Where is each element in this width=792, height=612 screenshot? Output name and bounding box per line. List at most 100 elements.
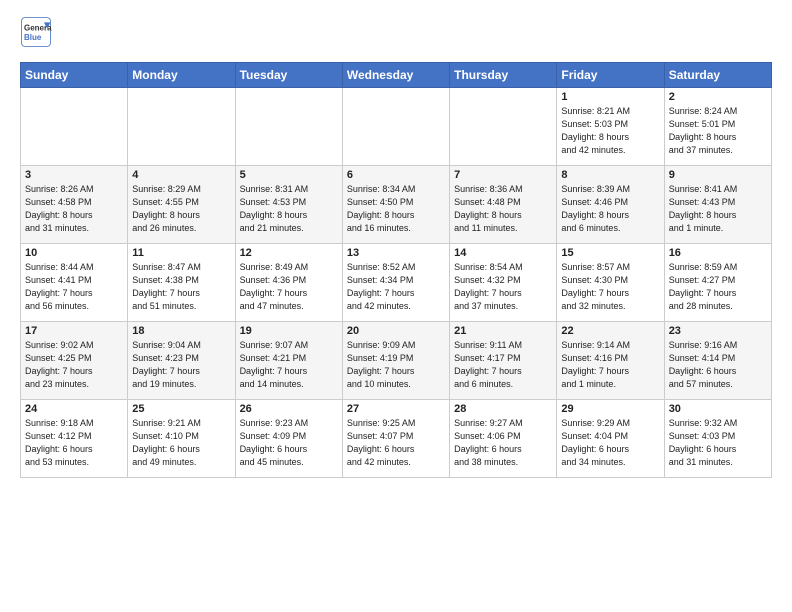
day-number: 13	[347, 247, 445, 259]
day-number: 10	[25, 247, 123, 259]
calendar-cell: 30 Sunrise: 9:32 AM Sunset: 4:03 PM Dayli…	[664, 400, 771, 478]
calendar-header-monday: Monday	[128, 63, 235, 88]
svg-text:Blue: Blue	[24, 33, 42, 42]
day-number: 17	[25, 325, 123, 337]
day-info: Sunrise: 8:34 AM Sunset: 4:50 PM Dayligh…	[347, 183, 445, 235]
calendar-cell: 2 Sunrise: 8:24 AM Sunset: 5:01 PM Daylig…	[664, 88, 771, 166]
calendar-week-0: 1Sunrise: 8:21 AM Sunset: 5:03 PM Daylig…	[21, 88, 772, 166]
calendar-cell: 8 Sunrise: 8:39 AM Sunset: 4:46 PM Daylig…	[557, 166, 664, 244]
day-number: 28	[454, 403, 552, 415]
calendar-header-tuesday: Tuesday	[235, 63, 342, 88]
day-number: 5	[240, 169, 338, 181]
day-info: Sunrise: 8:49 AM Sunset: 4:36 PM Dayligh…	[240, 261, 338, 313]
day-info: Sunrise: 8:59 AM Sunset: 4:27 PM Dayligh…	[669, 261, 767, 313]
day-info: Sunrise: 9:18 AM Sunset: 4:12 PM Dayligh…	[25, 417, 123, 469]
calendar-week-3: 17Sunrise: 9:02 AM Sunset: 4:25 PM Dayli…	[21, 322, 772, 400]
calendar-header-sunday: Sunday	[21, 63, 128, 88]
calendar-cell: 23 Sunrise: 9:16 AM Sunset: 4:14 PM Dayli…	[664, 322, 771, 400]
logo-icon: General Blue	[20, 16, 52, 48]
calendar-header-friday: Friday	[557, 63, 664, 88]
day-number: 8	[561, 169, 659, 181]
day-number: 23	[669, 325, 767, 337]
day-info: Sunrise: 9:32 AM Sunset: 4:03 PM Dayligh…	[669, 417, 767, 469]
calendar-cell	[235, 88, 342, 166]
calendar-week-4: 24 Sunrise: 9:18 AM Sunset: 4:12 PM Dayli…	[21, 400, 772, 478]
day-number: 16	[669, 247, 767, 259]
day-info: Sunrise: 8:44 AM Sunset: 4:41 PM Dayligh…	[25, 261, 123, 313]
calendar-cell: 9 Sunrise: 8:41 AM Sunset: 4:43 PM Daylig…	[664, 166, 771, 244]
day-number: 20	[347, 325, 445, 337]
day-number: 4	[132, 169, 230, 181]
day-number: 7	[454, 169, 552, 181]
day-info: Sunrise: 8:52 AM Sunset: 4:34 PM Dayligh…	[347, 261, 445, 313]
logo: General Blue	[20, 16, 56, 48]
calendar-cell: 14 Sunrise: 8:54 AM Sunset: 4:32 PM Dayli…	[450, 244, 557, 322]
day-info: Sunrise: 9:11 AM Sunset: 4:17 PM Dayligh…	[454, 339, 552, 391]
calendar-cell: 7 Sunrise: 8:36 AM Sunset: 4:48 PM Daylig…	[450, 166, 557, 244]
day-number: 9	[669, 169, 767, 181]
calendar-cell: 19Sunrise: 9:07 AM Sunset: 4:21 PM Dayli…	[235, 322, 342, 400]
calendar-cell: 22 Sunrise: 9:14 AM Sunset: 4:16 PM Dayli…	[557, 322, 664, 400]
day-number: 18	[132, 325, 230, 337]
day-info: Sunrise: 8:39 AM Sunset: 4:46 PM Dayligh…	[561, 183, 659, 235]
day-number: 27	[347, 403, 445, 415]
day-info: Sunrise: 8:54 AM Sunset: 4:32 PM Dayligh…	[454, 261, 552, 313]
calendar-cell: 16 Sunrise: 8:59 AM Sunset: 4:27 PM Dayli…	[664, 244, 771, 322]
day-number: 26	[240, 403, 338, 415]
calendar-cell: 12Sunrise: 8:49 AM Sunset: 4:36 PM Dayli…	[235, 244, 342, 322]
day-info: Sunrise: 9:16 AM Sunset: 4:14 PM Dayligh…	[669, 339, 767, 391]
day-number: 1	[561, 91, 659, 103]
calendar-cell: 15 Sunrise: 8:57 AM Sunset: 4:30 PM Dayli…	[557, 244, 664, 322]
page: General Blue SundayMondayTuesdayWednesda…	[0, 0, 792, 488]
calendar-cell: 28 Sunrise: 9:27 AM Sunset: 4:06 PM Dayli…	[450, 400, 557, 478]
day-number: 21	[454, 325, 552, 337]
day-info: Sunrise: 8:26 AM Sunset: 4:58 PM Dayligh…	[25, 183, 123, 235]
day-number: 24	[25, 403, 123, 415]
calendar-header-wednesday: Wednesday	[342, 63, 449, 88]
day-number: 2	[669, 91, 767, 103]
calendar-cell: 10 Sunrise: 8:44 AM Sunset: 4:41 PM Dayli…	[21, 244, 128, 322]
calendar-cell: 29Sunrise: 9:29 AM Sunset: 4:04 PM Dayli…	[557, 400, 664, 478]
day-info: Sunrise: 9:21 AM Sunset: 4:10 PM Dayligh…	[132, 417, 230, 469]
day-number: 30	[669, 403, 767, 415]
calendar-cell	[21, 88, 128, 166]
calendar: SundayMondayTuesdayWednesdayThursdayFrid…	[20, 62, 772, 478]
calendar-week-2: 10 Sunrise: 8:44 AM Sunset: 4:41 PM Dayli…	[21, 244, 772, 322]
day-info: Sunrise: 8:41 AM Sunset: 4:43 PM Dayligh…	[669, 183, 767, 235]
day-info: Sunrise: 9:23 AM Sunset: 4:09 PM Dayligh…	[240, 417, 338, 469]
calendar-header-thursday: Thursday	[450, 63, 557, 88]
calendar-cell: 13 Sunrise: 8:52 AM Sunset: 4:34 PM Dayli…	[342, 244, 449, 322]
calendar-cell: 21 Sunrise: 9:11 AM Sunset: 4:17 PM Dayli…	[450, 322, 557, 400]
day-info: Sunrise: 8:31 AM Sunset: 4:53 PM Dayligh…	[240, 183, 338, 235]
day-info: Sunrise: 9:04 AM Sunset: 4:23 PM Dayligh…	[132, 339, 230, 391]
calendar-cell: 18 Sunrise: 9:04 AM Sunset: 4:23 PM Dayli…	[128, 322, 235, 400]
calendar-cell	[128, 88, 235, 166]
day-number: 19	[240, 325, 338, 337]
day-number: 15	[561, 247, 659, 259]
calendar-cell: 17Sunrise: 9:02 AM Sunset: 4:25 PM Dayli…	[21, 322, 128, 400]
day-number: 25	[132, 403, 230, 415]
day-number: 14	[454, 247, 552, 259]
calendar-cell: 20Sunrise: 9:09 AM Sunset: 4:19 PM Dayli…	[342, 322, 449, 400]
day-info: Sunrise: 8:57 AM Sunset: 4:30 PM Dayligh…	[561, 261, 659, 313]
calendar-cell: 6Sunrise: 8:34 AM Sunset: 4:50 PM Daylig…	[342, 166, 449, 244]
calendar-cell: 1Sunrise: 8:21 AM Sunset: 5:03 PM Daylig…	[557, 88, 664, 166]
calendar-cell: 25 Sunrise: 9:21 AM Sunset: 4:10 PM Dayli…	[128, 400, 235, 478]
day-number: 11	[132, 247, 230, 259]
day-info: Sunrise: 8:24 AM Sunset: 5:01 PM Dayligh…	[669, 105, 767, 157]
calendar-cell: 26 Sunrise: 9:23 AM Sunset: 4:09 PM Dayli…	[235, 400, 342, 478]
day-info: Sunrise: 8:36 AM Sunset: 4:48 PM Dayligh…	[454, 183, 552, 235]
calendar-header-row: SundayMondayTuesdayWednesdayThursdayFrid…	[21, 63, 772, 88]
day-info: Sunrise: 9:14 AM Sunset: 4:16 PM Dayligh…	[561, 339, 659, 391]
calendar-cell: 4Sunrise: 8:29 AM Sunset: 4:55 PM Daylig…	[128, 166, 235, 244]
day-info: Sunrise: 9:25 AM Sunset: 4:07 PM Dayligh…	[347, 417, 445, 469]
calendar-header-saturday: Saturday	[664, 63, 771, 88]
calendar-cell: 11 Sunrise: 8:47 AM Sunset: 4:38 PM Dayli…	[128, 244, 235, 322]
day-number: 29	[561, 403, 659, 415]
day-info: Sunrise: 9:27 AM Sunset: 4:06 PM Dayligh…	[454, 417, 552, 469]
day-info: Sunrise: 8:47 AM Sunset: 4:38 PM Dayligh…	[132, 261, 230, 313]
day-number: 22	[561, 325, 659, 337]
calendar-cell: 3Sunrise: 8:26 AM Sunset: 4:58 PM Daylig…	[21, 166, 128, 244]
calendar-cell	[342, 88, 449, 166]
calendar-week-1: 3Sunrise: 8:26 AM Sunset: 4:58 PM Daylig…	[21, 166, 772, 244]
